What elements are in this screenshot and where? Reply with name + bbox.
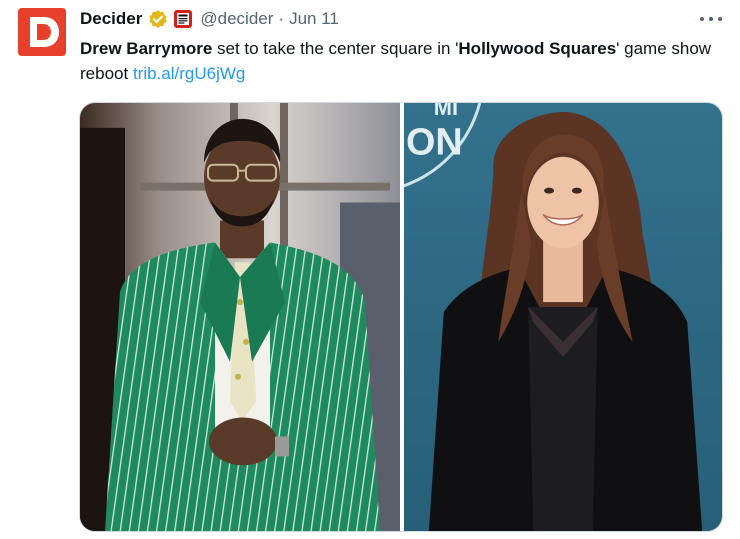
svg-text:ON: ON [406,122,463,164]
tweet-date[interactable]: Jun 11 [289,9,339,29]
verified-badge-icon[interactable] [148,9,168,29]
avatar[interactable] [18,8,66,56]
more-dot [709,17,713,21]
author-handle[interactable]: @decider [200,9,273,29]
tweet-link[interactable]: trib.al/rgU6jWg [133,64,245,83]
tweet-text-bold: Hollywood Squares [458,39,617,58]
tweet-media[interactable]: ON MI [79,102,723,532]
photo-right[interactable]: ON MI [404,103,722,531]
tweet-text-plain: set to take the center square in ' [212,39,459,58]
nypost-icon[interactable] [174,10,193,28]
woman-blue-backdrop-image: ON MI [404,103,722,531]
decider-logo-icon [18,8,66,56]
separator-dot: · [278,9,285,28]
svg-text:MI: MI [434,103,458,120]
more-dot [718,17,722,21]
more-dot [700,17,704,21]
man-green-suit-image [80,103,400,531]
tweet-header: Decider @decider · Jun 11 [80,8,339,30]
tweet-text: Drew Barrymore set to take the center sq… [80,36,720,86]
photo-left[interactable] [80,103,400,531]
more-icon[interactable] [700,10,722,28]
tweet-text-bold: Drew Barrymore [80,39,213,58]
author-name[interactable]: Decider [80,9,142,29]
